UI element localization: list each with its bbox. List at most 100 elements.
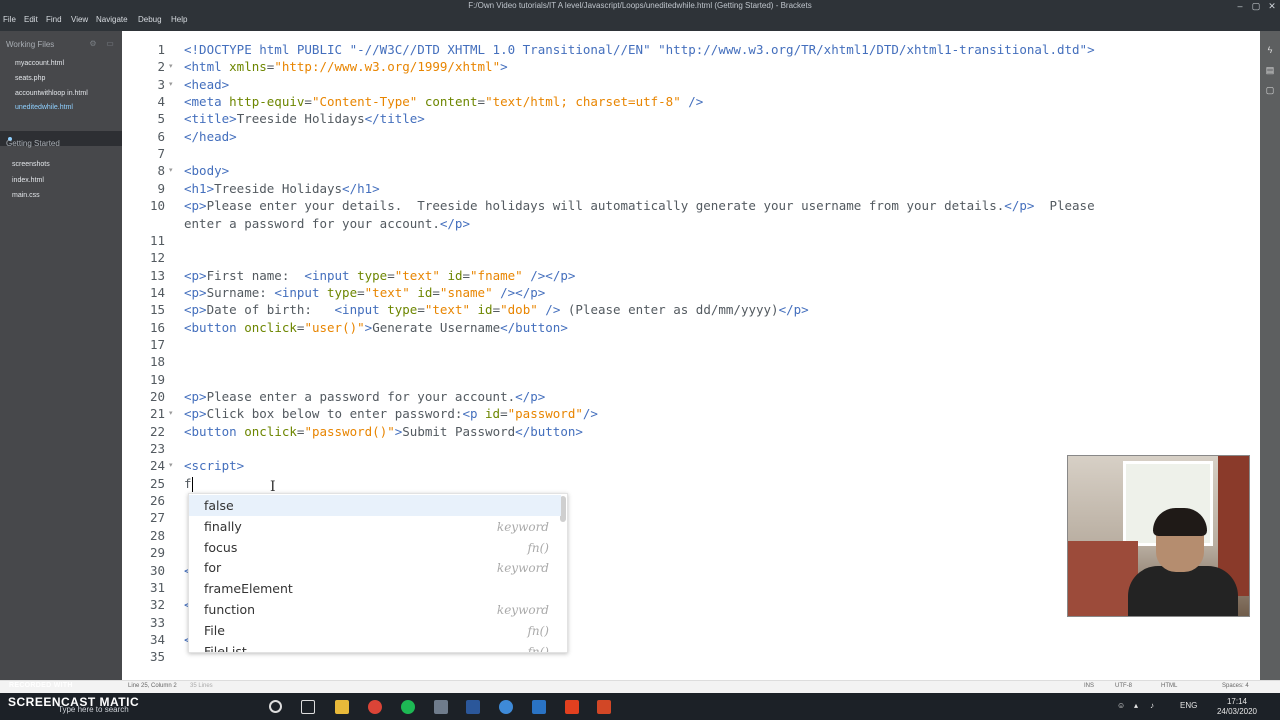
code-line[interactable]: <html xmlns="http://www.w3.org/1999/xhtm…: [184, 58, 508, 75]
code-line[interactable]: <title>Treeside Holidays</title>: [184, 110, 425, 127]
hint-kind: fn(): [527, 623, 549, 638]
working-file-uneditedwhile[interactable]: uneditedwhile.html: [15, 104, 73, 111]
status-bar: Line 25, Column 2 35 Lines INS UTF-8 HTM…: [0, 680, 1280, 693]
menu-find[interactable]: Find: [46, 15, 62, 24]
language-indicator[interactable]: ENG: [1180, 701, 1197, 710]
title-bar: F:/Own Video tutorials/IT A level/Javasc…: [0, 0, 1280, 12]
hint-item[interactable]: focus fn(): [189, 537, 561, 558]
code-line[interactable]: <meta http-equiv="Content-Type" content=…: [184, 93, 703, 110]
right-toolbar: ϟ ▤ ▢: [1260, 31, 1280, 680]
text-token: enter a password for your account.: [184, 215, 440, 231]
code-line[interactable]: </head>: [184, 128, 237, 145]
file-explorer-icon[interactable]: [335, 700, 349, 714]
encoding-select[interactable]: UTF-8: [1115, 683, 1132, 689]
file-icon[interactable]: [434, 700, 448, 714]
spotify-icon[interactable]: [401, 700, 415, 714]
app-icon[interactable]: [565, 700, 579, 714]
powerpoint-icon[interactable]: [597, 700, 611, 714]
gear-icon[interactable]: ⚙: [88, 39, 98, 49]
code-line[interactable]: <body>: [184, 162, 229, 179]
text-token: =: [304, 94, 312, 110]
menu-view[interactable]: View: [71, 15, 88, 24]
word-icon[interactable]: [466, 700, 480, 714]
split-view-icon[interactable]: ▭: [105, 39, 115, 49]
text-token: =: [417, 302, 425, 318]
line-number: 2: [157, 59, 165, 75]
fold-arrow-icon[interactable]: ▾: [169, 162, 173, 179]
string-token: "password": [507, 406, 583, 422]
code-line[interactable]: <head>: [184, 76, 229, 93]
fold-arrow-icon[interactable]: ▾: [169, 76, 173, 93]
hint-item[interactable]: frameElement: [189, 578, 561, 599]
project-folder-screenshots[interactable]: screenshots: [12, 161, 50, 168]
network-icon[interactable]: ▴: [1134, 701, 1138, 710]
working-file-myaccount[interactable]: myaccount.html: [15, 60, 64, 67]
brackets-icon[interactable]: [532, 700, 546, 714]
code-line[interactable]: <p>Date of birth: <input type="text" id=…: [184, 301, 809, 318]
live-preview-icon[interactable]: ϟ: [1265, 45, 1275, 55]
text-token: (Please enter as dd/mm/yyyy): [560, 302, 779, 318]
menu-file[interactable]: File: [3, 15, 16, 24]
code-hint-list[interactable]: false finally keyword focus fn() for keyword fr…: [188, 493, 568, 653]
text-cursor: [192, 477, 193, 492]
code-line[interactable]: f: [184, 475, 192, 492]
people-icon[interactable]: ☺: [1117, 701, 1125, 710]
code-line[interactable]: enter a password for your account.</p>: [184, 215, 470, 232]
language-select[interactable]: HTML: [1161, 683, 1177, 689]
clock-time: 17:14: [1226, 697, 1248, 706]
close-button[interactable]: ✕: [1260, 0, 1280, 12]
clock-date: 24/03/2020: [1216, 707, 1258, 716]
text-token: =: [432, 284, 440, 300]
menu-help[interactable]: Help: [171, 15, 187, 24]
insert-mode[interactable]: INS: [1084, 683, 1094, 689]
sidebar: Working Files ⚙ ▭ myaccount.html seats.p…: [0, 31, 122, 680]
extract-icon[interactable]: ▢: [1265, 85, 1275, 95]
chrome-icon[interactable]: [368, 700, 382, 714]
code-line[interactable]: <p>First name: <input type="text" id="fn…: [184, 267, 575, 284]
hint-item[interactable]: function keyword: [189, 599, 561, 620]
tag-token: <script>: [184, 458, 245, 474]
code-line[interactable]: <p>Surname: <input type="text" id="sname…: [184, 284, 545, 301]
tag-token: <button: [184, 319, 245, 335]
line-number: 3: [157, 76, 165, 92]
working-file-seats[interactable]: seats.php: [15, 75, 45, 82]
webcam-person-body: [1128, 566, 1238, 616]
code-line[interactable]: <p>Click box below to enter password:<p …: [184, 405, 598, 422]
code-line[interactable]: <p>Please enter a password for your acco…: [184, 388, 545, 405]
line-number: 9: [157, 180, 165, 196]
code-line[interactable]: <button onclick="user()">Generate Userna…: [184, 319, 568, 336]
code-line[interactable]: <!DOCTYPE html PUBLIC "-//W3C//DTD XHTML…: [184, 41, 1095, 58]
menu-navigate[interactable]: Navigate: [96, 15, 128, 24]
code-line[interactable]: <h1>Treeside Holidays</h1>: [184, 180, 380, 197]
project-file-main-css[interactable]: main.css: [12, 192, 40, 199]
string-token: "dob": [500, 302, 538, 318]
fold-arrow-icon[interactable]: ▾: [169, 58, 173, 75]
text-token: =: [387, 267, 395, 283]
hint-item[interactable]: finally keyword: [189, 516, 561, 537]
hint-item[interactable]: File fn(): [189, 620, 561, 641]
menu-edit[interactable]: Edit: [24, 15, 38, 24]
project-file-index[interactable]: index.html: [12, 177, 44, 184]
fold-arrow-icon[interactable]: ▾: [169, 457, 173, 474]
hint-item[interactable]: FileList fn(): [189, 641, 561, 652]
screencast-icon[interactable]: [499, 700, 513, 714]
project-dropdown[interactable]: Getting Started: [6, 139, 60, 148]
menu-debug[interactable]: Debug: [138, 15, 162, 24]
code-line[interactable]: <button onclick="password()">Submit Pass…: [184, 423, 583, 440]
text-token: Generate Username: [372, 319, 501, 335]
hint-name: File: [204, 622, 225, 638]
tag-token: <button: [184, 423, 245, 439]
volume-icon[interactable]: ♪: [1150, 701, 1154, 710]
task-view-icon[interactable]: [301, 700, 315, 714]
extension-manager-icon[interactable]: ▤: [1265, 65, 1275, 75]
system-clock[interactable]: 17:14 24/03/2020: [1215, 697, 1259, 717]
fold-arrow-icon[interactable]: ▾: [169, 405, 173, 422]
working-file-accountwithloop[interactable]: accountwithloop in.html: [15, 90, 88, 97]
hint-item[interactable]: for keyword: [189, 557, 561, 578]
attribute-token: http-equiv: [229, 94, 305, 110]
cortana-icon[interactable]: [269, 700, 282, 713]
indent-setting[interactable]: Spaces: 4: [1222, 683, 1249, 689]
code-line[interactable]: <script>: [184, 457, 244, 474]
code-line[interactable]: <p>Please enter your details. Treeside h…: [184, 197, 1095, 214]
hint-item[interactable]: false: [189, 495, 561, 516]
